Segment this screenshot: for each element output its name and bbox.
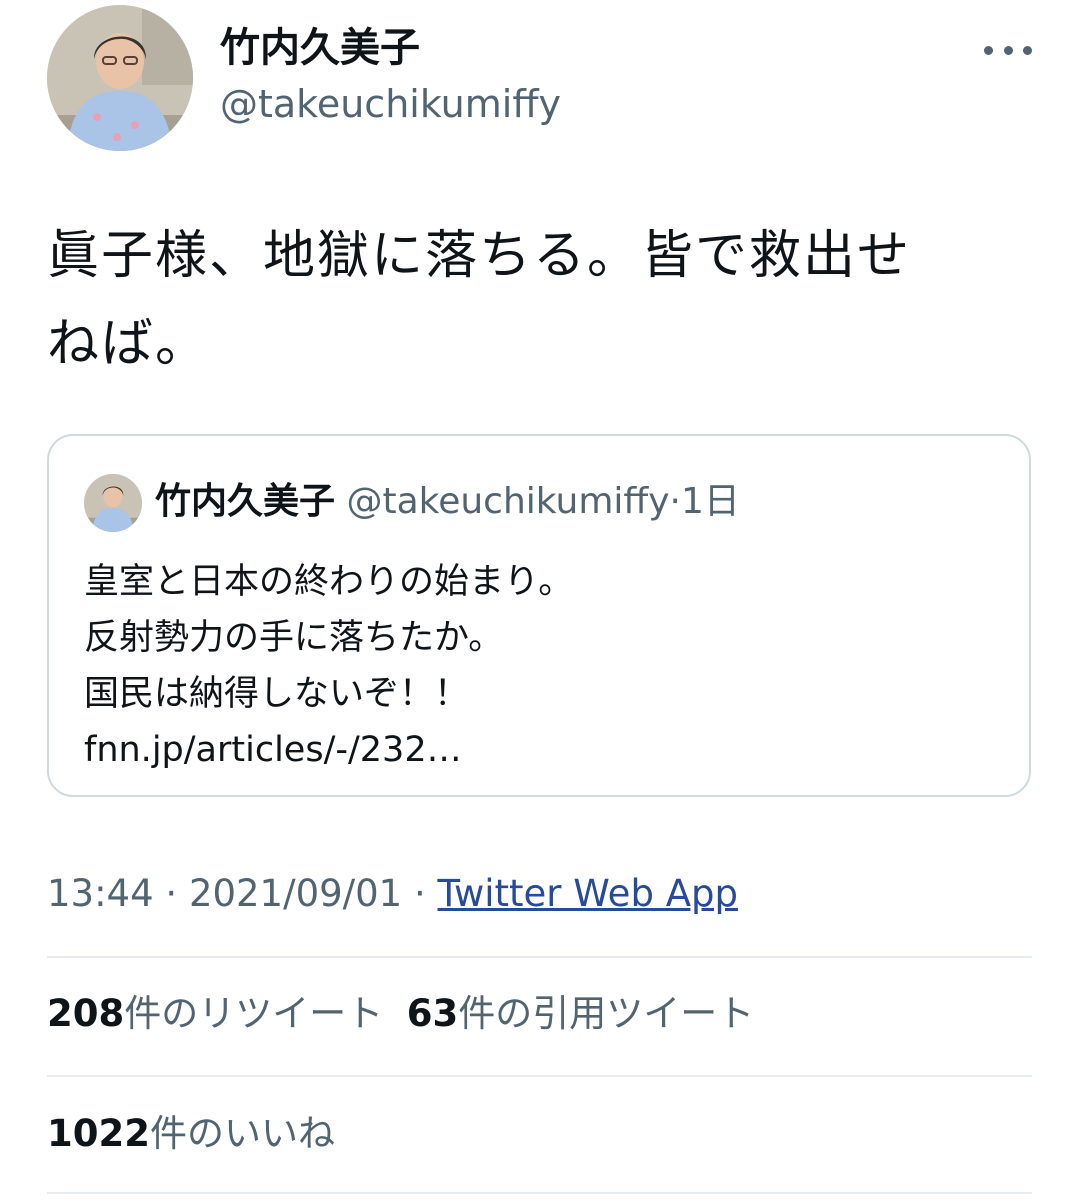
tweet-time[interactable]: 13:44 [47, 872, 154, 915]
divider [47, 956, 1032, 958]
retweets-label: 件のリツイート [124, 992, 384, 1035]
profile-photo-icon [47, 5, 193, 151]
source-app-link[interactable]: Twitter Web App [438, 872, 738, 915]
quotes-label: 件の引用ツイート [458, 992, 755, 1035]
divider [47, 1075, 1032, 1077]
tweet-text-line: ねば。 [47, 314, 210, 374]
retweets-count: 208 [47, 992, 125, 1035]
quoted-text-line: 国民は納得しないぞ！！ [84, 674, 470, 714]
likes-label: 件のいいね [149, 1112, 335, 1155]
tweet-date[interactable]: 2021/09/01 [189, 872, 402, 915]
divider [47, 1192, 1032, 1194]
quoted-link[interactable]: fnn.jp/articles/-/232… [84, 722, 573, 778]
tweet-metadata: 13:44 · 2021/09/01 · Twitter Web App [47, 866, 738, 922]
quoted-text-line: 皇室と日本の終わりの始まり。 [84, 562, 574, 602]
meta-separator: · [413, 872, 426, 915]
author-avatar[interactable] [47, 5, 193, 151]
quoted-text-line: 反射勢力の手に落ちたか。 [84, 618, 504, 658]
profile-photo-icon [84, 474, 142, 532]
quoted-tweet-header: 竹内久美子 @takeuchikumiffy·1日 [155, 478, 740, 526]
more-dot-1 [984, 45, 993, 55]
quoted-tweet-card[interactable]: 竹内久美子 @takeuchikumiffy·1日 皇室と日本の終わりの始まり。… [47, 434, 1031, 797]
quoted-separator: · [669, 481, 681, 522]
more-dot-3 [1023, 45, 1032, 55]
likes-stat[interactable]: 1022件のいいね [47, 1106, 335, 1162]
likes-count: 1022 [47, 1112, 150, 1155]
author-display-name[interactable]: 竹内久美子 [220, 22, 420, 74]
tweet-text: 眞子様、地獄に落ちる。皆で救出せ ねば。 [47, 212, 1037, 388]
engagement-stats: 208件のリツイート 63件の引用ツイート [47, 986, 754, 1042]
quoted-tweet-text: 皇室と日本の終わりの始まり。 反射勢力の手に落ちたか。 国民は納得しないぞ！！ … [84, 554, 573, 778]
quotes-count: 63 [406, 992, 459, 1035]
meta-separator: · [165, 872, 178, 915]
more-dot-2 [1003, 45, 1013, 55]
tweet-text-line: 眞子様、地獄に落ちる。皆で救出せ [47, 226, 912, 286]
quoted-tweet-time: 1日 [680, 481, 740, 522]
author-handle[interactable]: @takeuchikumiffy [220, 80, 561, 128]
quoted-author-avatar [84, 474, 142, 532]
quotes-stat[interactable]: 63件の引用ツイート [407, 992, 755, 1035]
retweets-stat[interactable]: 208件のリツイート [47, 992, 383, 1035]
more-options-icon[interactable] [984, 30, 1032, 70]
quoted-author-handle: @takeuchikumiffy [346, 481, 670, 522]
quoted-author-display-name: 竹内久美子 [155, 481, 336, 522]
